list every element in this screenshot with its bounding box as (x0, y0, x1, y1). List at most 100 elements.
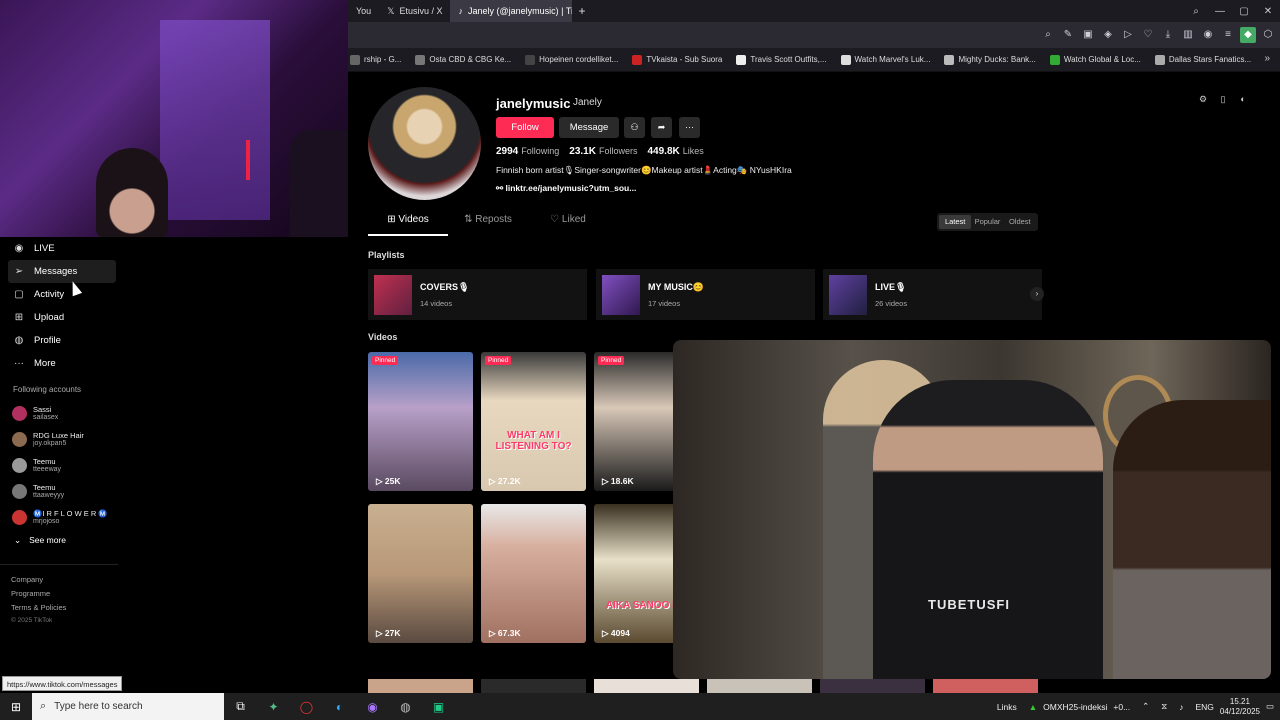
notification-icon[interactable]: ▭ (1266, 701, 1274, 712)
following-account[interactable]: Sassi sailasex (0, 400, 130, 426)
followers-stat[interactable]: 23.1K Followers (569, 146, 637, 157)
edge-button[interactable]: ◐ (323, 700, 356, 714)
play-icon[interactable]: ▷ (1120, 27, 1136, 43)
bookmark-item[interactable]: Dallas Stars Fanatics... (1154, 54, 1251, 65)
nav-upload[interactable]: ⊞ Upload (0, 306, 130, 329)
bookmark-item[interactable]: Osta CBD & CBG Ke... (415, 54, 511, 65)
see-more-button[interactable]: ⌄ See more (0, 530, 130, 550)
playlist-thumbnail (374, 274, 412, 315)
footer-terms[interactable]: Terms & Policies (11, 603, 118, 612)
task-view-button[interactable]: ⧉ (224, 699, 257, 714)
heart-icon[interactable]: ♡ (1140, 27, 1156, 43)
video-thumbnail-partial[interactable] (481, 679, 586, 693)
video-thumbnail-partial[interactable] (933, 679, 1038, 693)
tab-tiktok[interactable]: ♪ Janely (@janelymusic) | Ti (450, 0, 573, 22)
tray-chevron-icon[interactable]: ⌃ (1142, 701, 1149, 712)
tab-liked[interactable]: ♡ Liked (528, 214, 608, 236)
bookmark-item[interactable]: Watch Marvel's Luk... (840, 54, 930, 65)
message-button[interactable]: Message (559, 117, 619, 138)
close-button[interactable]: ✕ (1256, 6, 1280, 17)
device-icon[interactable]: ▯ (1216, 92, 1230, 106)
settings-icon[interactable]: ⚙ (1196, 92, 1210, 106)
tab-x[interactable]: 𝕏 Etusivu / X (379, 0, 450, 22)
screenshot-icon[interactable]: ▣ (1080, 27, 1096, 43)
library-icon[interactable]: ▥ (1180, 27, 1196, 43)
copilot-button[interactable]: ✦ (257, 700, 290, 714)
shield-icon[interactable]: ◈ (1100, 27, 1116, 43)
app-button[interactable]: ◉ (356, 700, 389, 714)
download-icon[interactable]: ⤓ (1160, 27, 1176, 43)
following-account[interactable]: Ⓜ️I R F L O W E R Ⓜ️ mrjojoso (0, 504, 130, 530)
nav-label: Profile (34, 335, 61, 346)
search-icon[interactable]: ⌕ (1184, 6, 1208, 17)
app-button[interactable]: ▣ (422, 700, 455, 714)
tab-youtube[interactable]: You (348, 0, 379, 22)
nav-live[interactable]: ◉ LIVE (0, 237, 130, 260)
user-avatar-icon[interactable]: ◐ (1236, 92, 1250, 106)
puzzle-icon[interactable]: ⬡ (1260, 27, 1276, 43)
video-thumbnail[interactable]: ▷ 67.3K (481, 504, 586, 643)
following-account[interactable]: RDG Luxe Hair joy.okpan5 (0, 426, 130, 452)
more-options-button[interactable]: ··· (679, 117, 700, 138)
windows-start-button[interactable]: ⊞ (0, 700, 32, 714)
playlists-next-button[interactable]: › (1030, 287, 1044, 301)
ticker-name[interactable]: OMXH25-indeksi (1043, 702, 1107, 712)
playlist-thumbnail (602, 274, 640, 315)
nav-activity[interactable]: ▢ Activity (0, 283, 130, 306)
taskbar-search[interactable]: ⌕ Type here to search (32, 693, 224, 720)
following-stat[interactable]: 2994 Following (496, 146, 559, 157)
footer-programme[interactable]: Programme (11, 589, 118, 598)
following-account[interactable]: Teemu tteeeway (0, 452, 130, 478)
playlist-card[interactable]: MY MUSIC😊 17 videos (596, 269, 815, 320)
sort-latest[interactable]: Latest (939, 215, 972, 229)
bookmark-item[interactable]: Watch Global & Loc... (1049, 54, 1141, 65)
sort-popular[interactable]: Popular (971, 215, 1003, 229)
tab-reposts[interactable]: ⇅ Reposts (448, 214, 528, 236)
add-friend-button[interactable]: ⚇ (624, 117, 645, 138)
bookmark-item[interactable]: Mighty Ducks: Bank... (944, 54, 1036, 65)
links-toolbar[interactable]: Links (997, 702, 1017, 712)
tab-videos[interactable]: ⊞ Videos (368, 214, 448, 236)
profile-link[interactable]: ⚯ linktr.ee/janelymusic?utm_sou... (496, 183, 636, 194)
video-thumbnail-partial[interactable] (707, 679, 812, 693)
footer-company[interactable]: Company (11, 575, 118, 584)
language-indicator[interactable]: ENG (1196, 702, 1214, 712)
video-thumbnail[interactable]: ▷ 27K (368, 504, 473, 643)
bookmark-item[interactable]: rship - G... (350, 54, 401, 65)
video-thumbnail[interactable]: Pinned WHAT AM I LISTENING TO? ▷ 27.2K (481, 352, 586, 491)
profile-avatar[interactable] (368, 87, 481, 200)
nav-profile[interactable]: ◍ Profile (0, 329, 130, 352)
video-thumbnail[interactable]: Pinned ▷ 25K (368, 352, 473, 491)
network-icon[interactable]: ⧖ (1161, 701, 1167, 712)
extension-icon[interactable]: ◆ (1240, 27, 1256, 43)
playlist-card[interactable]: LIVE🎙 26 videos (823, 269, 1042, 320)
zoom-icon[interactable]: ⌕ (1040, 27, 1056, 43)
clock[interactable]: 15.21 04/12/2025 (1220, 697, 1260, 717)
nav-more[interactable]: ··· More (0, 352, 130, 375)
account-icon[interactable]: ◉ (1200, 27, 1216, 43)
new-tab-button[interactable]: + (572, 4, 591, 18)
playlist-card[interactable]: COVERS🎙 14 videos (368, 269, 587, 320)
opera-button[interactable]: ◯ (290, 700, 323, 714)
video-thumbnail-partial[interactable] (820, 679, 925, 693)
volume-icon[interactable]: ♪ (1179, 702, 1183, 712)
menu-icon[interactable]: ≡ (1220, 27, 1236, 43)
view-count: 67.3K (497, 628, 521, 638)
bookmark-item[interactable]: Hopeinen cordelliket... (525, 54, 618, 65)
bookmarks-overflow-icon[interactable]: » (1264, 53, 1270, 64)
maximize-button[interactable]: ▢ (1232, 6, 1256, 17)
edit-icon[interactable]: ✎ (1060, 27, 1076, 43)
video-thumbnail-partial[interactable] (594, 679, 699, 693)
following-account[interactable]: Teemu ttaaweyyy (0, 478, 130, 504)
share-button[interactable]: ➦ (651, 117, 672, 138)
app-button[interactable]: ◍ (389, 700, 422, 714)
bookmark-item[interactable]: Travis Scott Outfits,... (736, 54, 827, 65)
sort-oldest[interactable]: Oldest (1004, 215, 1036, 229)
search-icon: ⌕ (40, 700, 47, 712)
minimize-button[interactable]: — (1208, 6, 1232, 17)
video-thumbnail-partial[interactable] (368, 679, 473, 693)
nav-messages[interactable]: ➢ Messages (8, 260, 116, 283)
follow-button[interactable]: Follow (496, 117, 554, 138)
taskbar: ⊞ ⌕ Type here to search ⧉ ✦ ◯ ◐ ◉ ◍ ▣ Lin… (0, 693, 1280, 720)
bookmark-item[interactable]: TVkaista - Sub Suora (632, 54, 722, 65)
